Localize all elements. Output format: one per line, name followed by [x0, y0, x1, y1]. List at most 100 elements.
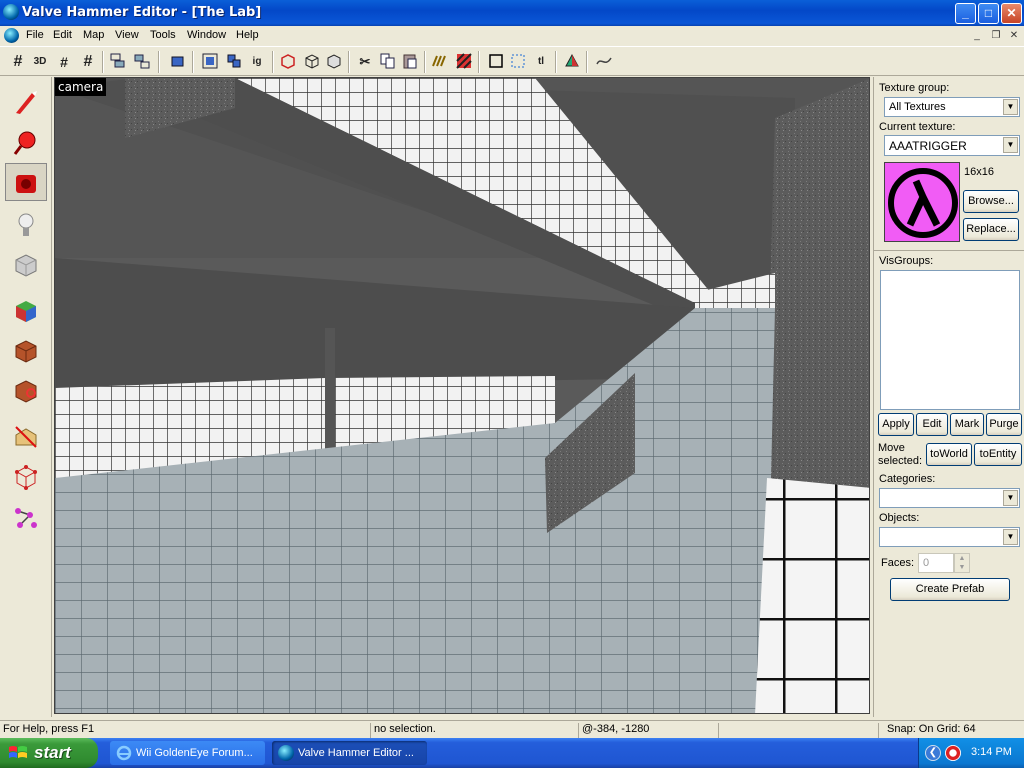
select-dotted-icon[interactable] — [508, 52, 528, 72]
tray-chevron-icon[interactable]: ❮ — [925, 745, 941, 761]
menu-view[interactable]: View — [115, 29, 139, 41]
title-bar[interactable]: Valve Hammer Editor - [The Lab] _ □ ✕ — [0, 0, 1024, 26]
path-tool-button[interactable] — [5, 497, 47, 535]
group-icon[interactable] — [108, 52, 128, 72]
help-text: For Help, press F1 — [3, 723, 95, 735]
hatch-icon[interactable] — [454, 52, 474, 72]
texture-lock-icon[interactable] — [278, 52, 298, 72]
copy-icon[interactable] — [378, 52, 398, 72]
visgroups-list[interactable] — [880, 270, 1020, 410]
run-map-icon[interactable] — [562, 52, 582, 72]
texture-group-label: Texture group: — [879, 82, 950, 94]
faces-input[interactable]: 0 — [918, 553, 954, 573]
minimize-button[interactable]: _ — [955, 3, 976, 24]
cut-icon[interactable]: ✂ — [355, 52, 375, 72]
current-texture-value: AAATRIGGER — [889, 139, 967, 153]
create-prefab-button[interactable]: Create Prefab — [890, 578, 1010, 601]
toggle-texture-lock-icon[interactable] — [430, 52, 450, 72]
texture-lock-text-icon[interactable]: tl — [531, 52, 551, 72]
menu-edit[interactable]: Edit — [53, 29, 72, 41]
texture-application-tool-button[interactable] — [5, 291, 47, 329]
taskbar-item-forum[interactable]: Wii GoldenEye Forum... — [110, 741, 265, 765]
maximize-button[interactable]: □ — [978, 3, 999, 24]
selection-tool-button[interactable] — [5, 83, 47, 121]
texture-group-dropdown[interactable]: All Textures ▼ — [884, 97, 1020, 117]
chevron-down-icon[interactable]: ▼ — [1003, 529, 1018, 545]
lambda-icon — [888, 168, 958, 238]
to-world-button[interactable]: toWorld — [926, 443, 972, 466]
magnify-tool-button[interactable] — [5, 123, 47, 161]
texture-preview[interactable] — [884, 162, 960, 242]
decal-tool-button[interactable] — [5, 371, 47, 409]
chevron-down-icon[interactable]: ▼ — [1003, 137, 1018, 153]
close-button[interactable]: ✕ — [1001, 3, 1022, 24]
system-tray: ❮ 3:14 PM — [918, 738, 1024, 768]
carve-icon[interactable] — [168, 52, 188, 72]
mark-button[interactable]: Mark — [950, 413, 984, 436]
toolbar-separator — [586, 51, 588, 73]
mdi-close-button[interactable]: ✕ — [1007, 29, 1021, 43]
menu-window[interactable]: Window — [187, 29, 226, 41]
smaller-grid-icon[interactable]: # — [54, 52, 74, 72]
taskbar-item-hammer[interactable]: Valve Hammer Editor ... — [272, 741, 427, 765]
cube-outline-icon[interactable] — [302, 52, 322, 72]
vertex-tool-button[interactable] — [5, 457, 47, 495]
camera-viewport[interactable]: camera — [54, 77, 870, 714]
menu-file[interactable]: File — [26, 29, 44, 41]
ungroup-icon[interactable] — [132, 52, 152, 72]
select-box-icon[interactable] — [486, 52, 506, 72]
faces-spinner[interactable]: ▲ ▼ — [954, 553, 970, 573]
windows-logo-icon — [9, 746, 27, 758]
categories-dropdown[interactable]: ▼ — [879, 488, 1020, 508]
document-icon[interactable] — [4, 28, 19, 43]
paste-icon[interactable] — [400, 52, 420, 72]
antivirus-tray-icon[interactable] — [945, 745, 961, 761]
3d-grid-icon[interactable]: 3D — [30, 52, 50, 72]
objects-label: Objects: — [879, 512, 920, 524]
hide-selected-icon[interactable] — [200, 52, 220, 72]
clock[interactable]: 3:14 PM — [971, 746, 1012, 758]
entity-tool-button[interactable] — [5, 205, 47, 243]
visgroups-label: VisGroups: — [879, 255, 934, 267]
current-texture-dropdown[interactable]: AAATRIGGER ▼ — [884, 135, 1020, 156]
panel-divider — [874, 250, 1024, 251]
toolbar-separator — [158, 51, 160, 73]
apply-button[interactable]: Apply — [878, 413, 914, 436]
brick-cube-icon — [15, 340, 37, 363]
hammer-app-icon[interactable] — [3, 4, 19, 20]
taskbar-item-label: Valve Hammer Editor ... — [298, 747, 414, 759]
chevron-down-icon[interactable]: ▼ — [1003, 490, 1018, 506]
ignore-groups-icon[interactable]: ig — [247, 52, 267, 72]
texture-cube-icon — [16, 301, 36, 322]
purge-button[interactable]: Purge — [986, 413, 1022, 436]
to-entity-button[interactable]: toEntity — [974, 443, 1022, 466]
browse-button[interactable]: Browse... — [963, 190, 1019, 213]
move-selected-label-1: Move — [878, 442, 905, 454]
grid-toggle-icon[interactable]: # — [8, 52, 28, 72]
show-hidden-icon[interactable] — [224, 52, 244, 72]
clipping-tool-button[interactable] — [5, 417, 47, 455]
path-icon[interactable] — [594, 52, 614, 72]
3d-scene[interactable] — [55, 78, 870, 714]
edit-button[interactable]: Edit — [916, 413, 948, 436]
chevron-down-icon[interactable]: ▼ — [1003, 99, 1018, 115]
toolbar-separator — [272, 51, 274, 73]
menu-tools[interactable]: Tools — [150, 29, 176, 41]
menu-help[interactable]: Help — [236, 29, 259, 41]
block-tool-button[interactable] — [5, 245, 47, 283]
camera-tool-button[interactable] — [5, 163, 47, 201]
menu-map[interactable]: Map — [83, 29, 104, 41]
larger-grid-icon[interactable]: # — [78, 52, 98, 72]
properties-panel: Texture group: All Textures ▼ Current te… — [873, 77, 1024, 717]
start-button[interactable]: start — [0, 738, 98, 768]
selection-status: no selection. — [370, 723, 578, 738]
mdi-minimize-button[interactable]: _ — [970, 29, 984, 43]
toolbar-separator — [478, 51, 480, 73]
faces-value: 0 — [923, 557, 930, 569]
tool-palette — [0, 77, 52, 717]
replace-button[interactable]: Replace... — [963, 218, 1019, 241]
objects-dropdown[interactable]: ▼ — [879, 527, 1020, 547]
cube-shaded-icon[interactable] — [324, 52, 344, 72]
mdi-restore-button[interactable]: ❐ — [989, 29, 1003, 43]
apply-texture-button[interactable] — [5, 331, 47, 369]
